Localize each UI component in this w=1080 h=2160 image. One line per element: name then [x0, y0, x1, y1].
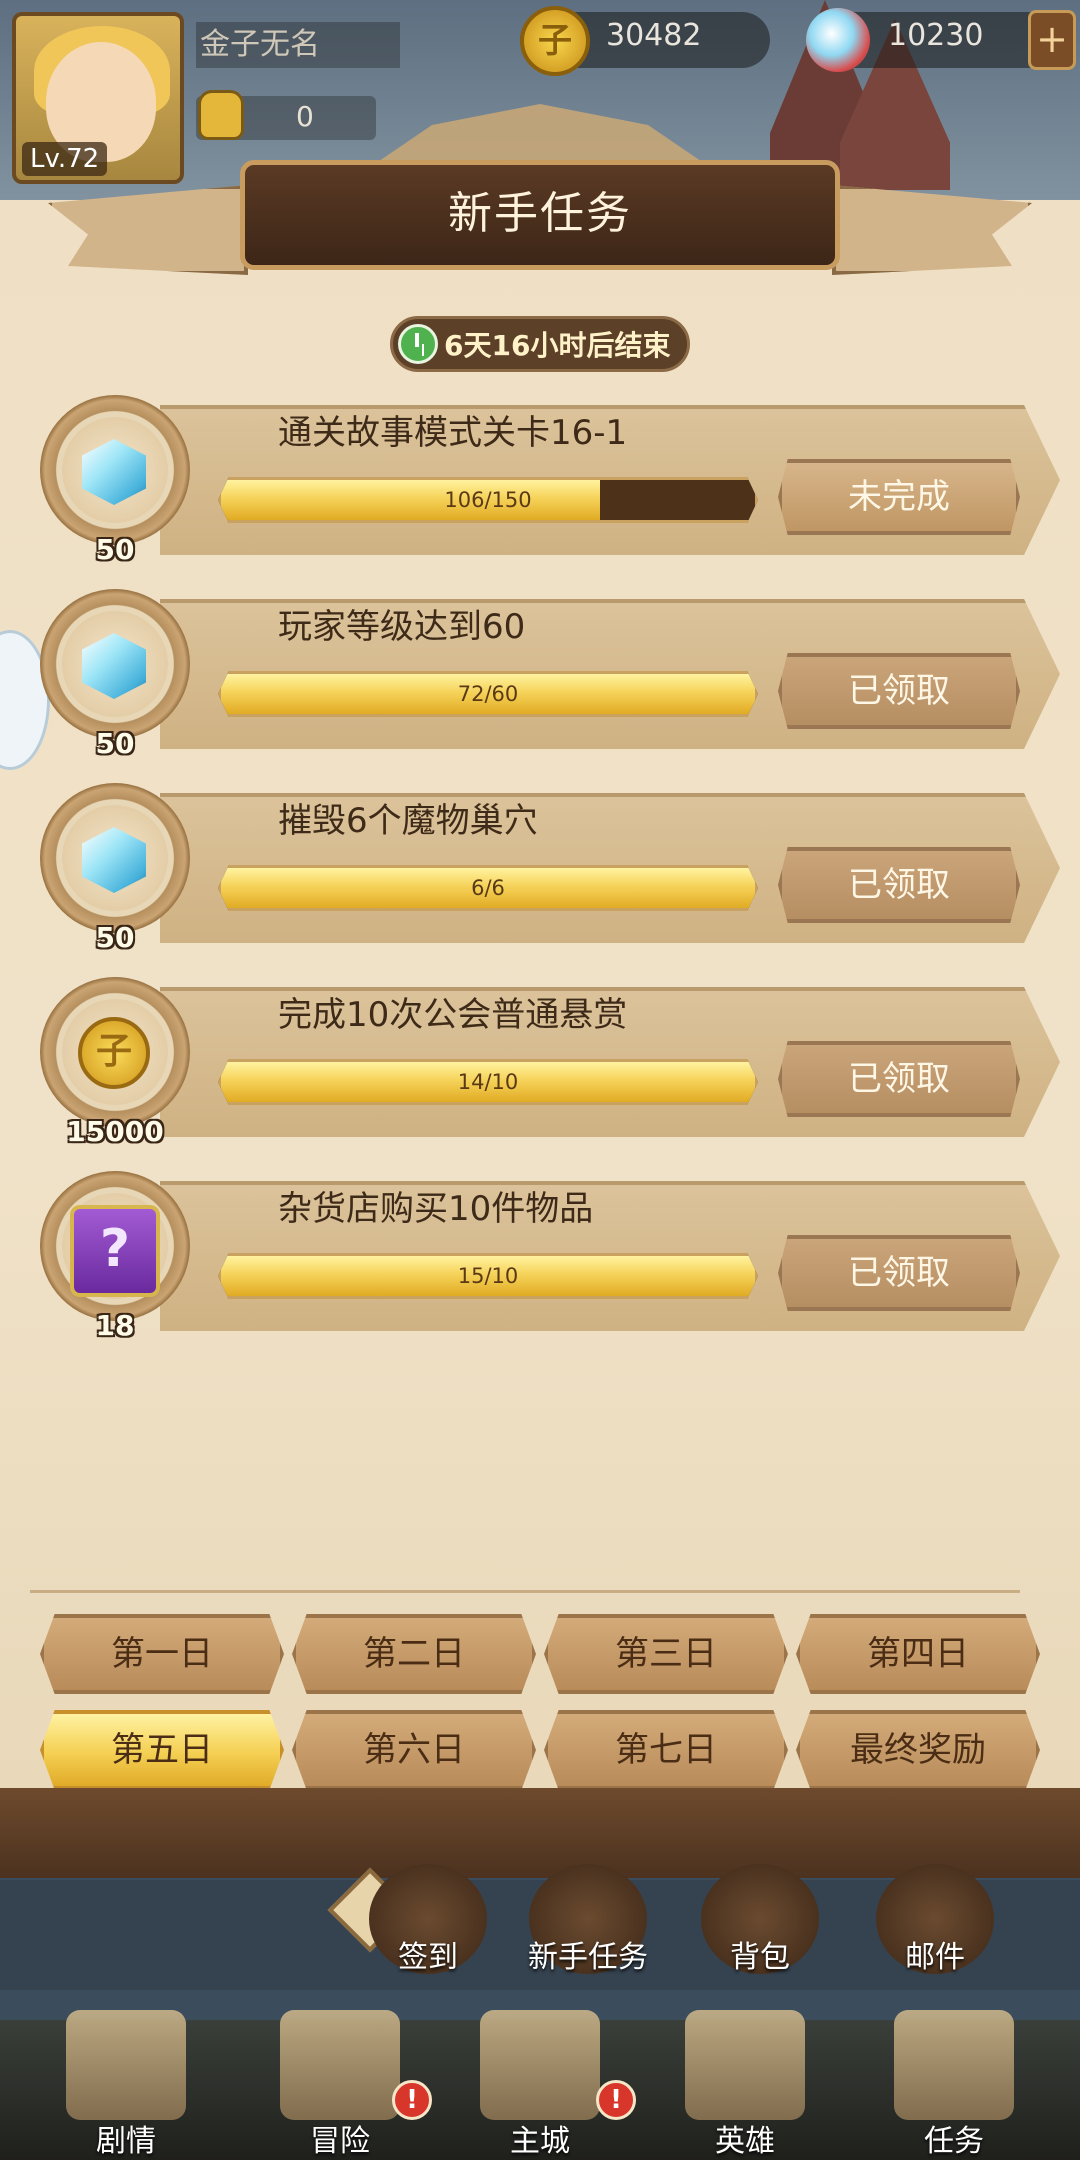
task-title: 杂货店购买10件物品	[278, 1189, 594, 1229]
nav-label: 英雄	[715, 2124, 775, 2159]
task-progress-text: 15/10	[457, 1264, 519, 1288]
add-gems-button[interactable]: +	[1028, 10, 1076, 70]
nav-icon[interactable]	[66, 2010, 186, 2120]
nav-label: 主城	[510, 2124, 570, 2159]
tabs-divider	[30, 1590, 1020, 1593]
task-status-button[interactable]: 已领取	[778, 1235, 1020, 1311]
shortcut-label: 背包	[730, 1940, 790, 1975]
power-value: 0	[296, 100, 314, 133]
task-progress-text: 6/6	[471, 876, 505, 900]
alert-badge: !	[596, 2080, 636, 2120]
timer-text: 6天16小时后结束	[444, 329, 671, 362]
nav-label: 冒险	[310, 2124, 370, 2159]
reward-count: 18	[95, 1309, 135, 1342]
day-tab[interactable]: 第一日	[40, 1614, 284, 1694]
fist-icon	[198, 90, 244, 140]
reward-count: 15000	[66, 1115, 164, 1148]
reward-count: 50	[95, 727, 135, 760]
task-row: 子 15000 完成10次公会普通悬赏 14/10 已领取	[0, 977, 1080, 1148]
nav-icon[interactable]	[685, 2010, 805, 2120]
task-status-button[interactable]: 未完成	[778, 459, 1020, 535]
gold-coin-icon: 子	[520, 6, 590, 76]
panel-title: 新手任务	[448, 188, 632, 239]
day-tab[interactable]: 第五日	[40, 1710, 284, 1790]
gem-amount: 10230	[888, 18, 984, 53]
reward-count: 50	[95, 921, 135, 954]
task-title: 通关故事模式关卡16-1	[278, 413, 628, 453]
clock-icon	[398, 324, 438, 364]
nav-icon[interactable]	[894, 2010, 1014, 2120]
shortcut-label: 新手任务	[528, 1940, 648, 1975]
task-row: ? 18 杂货店购买10件物品 15/10 已领取	[0, 1171, 1080, 1342]
task-title: 玩家等级达到60	[278, 607, 526, 647]
day-tab[interactable]: 最终奖励	[796, 1710, 1040, 1790]
task-status-button[interactable]: 已领取	[778, 847, 1020, 923]
task-row: 50 摧毁6个魔物巢穴 6/6 已领取	[0, 783, 1080, 954]
day-tab[interactable]: 第六日	[292, 1710, 536, 1790]
panel-bottom-frame	[0, 1788, 1080, 1878]
task-progress-text: 106/150	[444, 488, 532, 512]
player-avatar[interactable]: Lv.72	[12, 12, 184, 184]
task-title: 完成10次公会普通悬赏	[278, 995, 628, 1035]
player-name: 金子无名	[196, 22, 400, 68]
day-tab[interactable]: 第四日	[796, 1614, 1040, 1694]
shortcut-label: 邮件	[905, 1940, 965, 1975]
nav-icon[interactable]	[280, 2010, 400, 2120]
mystery-scroll-icon: ?	[70, 1205, 160, 1297]
nav-label: 任务	[924, 2124, 984, 2159]
task-title: 摧毁6个魔物巢穴	[278, 801, 538, 841]
day-tab[interactable]: 第三日	[544, 1614, 788, 1694]
gold-amount: 30482	[606, 18, 702, 53]
day-tab[interactable]: 第二日	[292, 1614, 536, 1694]
task-progress-text: 14/10	[457, 1070, 519, 1094]
nav-label: 剧情	[96, 2124, 156, 2159]
task-row: 50 通关故事模式关卡16-1 106/150 未完成	[0, 395, 1080, 566]
shortcut-icon-scroll: 签到	[398, 1940, 458, 1975]
player-level: Lv.72	[22, 142, 108, 176]
reward-count: 50	[95, 533, 135, 566]
task-status-button[interactable]: 已领取	[778, 1041, 1020, 1117]
nav-icon[interactable]	[480, 2010, 600, 2120]
day-tab[interactable]: 第七日	[544, 1710, 788, 1790]
alert-badge: !	[392, 2080, 432, 2120]
gem-icon	[806, 8, 870, 72]
task-progress-text: 72/60	[457, 682, 519, 706]
gold-coin-icon: 子	[78, 1017, 150, 1089]
task-row: 50 玩家等级达到60 72/60 已领取	[0, 589, 1080, 760]
task-status-button[interactable]: 已领取	[778, 653, 1020, 729]
